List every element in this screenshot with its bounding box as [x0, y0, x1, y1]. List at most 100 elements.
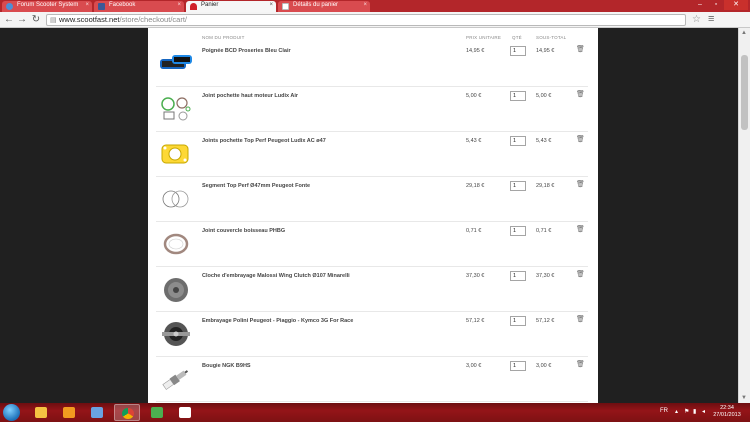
volume-icon[interactable]: ◂	[702, 409, 708, 415]
tab-close-icon[interactable]: ×	[269, 2, 273, 8]
flag-icon[interactable]: ⚑	[684, 409, 690, 415]
close-window-button[interactable]: ✕	[724, 0, 748, 10]
quantity-input[interactable]	[510, 361, 526, 371]
facebook-favicon-icon	[98, 3, 105, 10]
scroll-down-icon[interactable]: ▼	[741, 395, 747, 401]
network-icon[interactable]: ▮	[693, 409, 699, 415]
quantity-input[interactable]	[510, 271, 526, 281]
quantity-input[interactable]	[510, 136, 526, 146]
scrollbar-thumb[interactable]	[741, 55, 748, 130]
product-name[interactable]: Joint couvercle boisseau PHBG	[202, 228, 285, 234]
trash-icon[interactable]: 🗑	[576, 361, 585, 369]
trash-icon[interactable]: 🗑	[576, 91, 585, 99]
tab-facebook[interactable]: Facebook ×	[94, 1, 184, 12]
forward-arrow-icon[interactable]: →	[16, 14, 28, 26]
taskbar-document[interactable]	[174, 404, 196, 421]
unit-price: 5,00 €	[466, 93, 482, 99]
unit-price: 29,18 €	[466, 183, 485, 189]
cart-row: Cloche d'embrayage Malossi Wing Clutch Ø…	[156, 267, 588, 312]
header-qty: QTÉ	[512, 35, 522, 40]
windows-taskbar: FR ▴ ⚑ ▮ ◂ 22:34 27/01/2013	[0, 403, 750, 422]
bookmark-star-icon[interactable]: ☆	[692, 14, 701, 25]
taskbar-network[interactable]	[146, 404, 168, 421]
product-piston-ring-image[interactable]	[158, 184, 194, 214]
row-subtotal: 57,12 €	[536, 318, 555, 324]
trash-icon[interactable]: 🗑	[576, 136, 585, 144]
row-subtotal: 0,71 €	[536, 228, 552, 234]
cart-row: Poignée BCD Proseries Bleu Clair 14,95 €…	[156, 42, 588, 87]
back-arrow-icon[interactable]: ←	[3, 14, 15, 26]
product-name[interactable]: Joints pochette Top Perf Peugeot Ludix A…	[202, 138, 326, 144]
trash-icon[interactable]: 🗑	[576, 46, 585, 54]
product-clutch-bell-image[interactable]	[158, 274, 194, 304]
document-icon	[179, 407, 191, 418]
unit-price: 3,00 €	[466, 363, 482, 369]
trash-icon[interactable]: 🗑	[576, 181, 585, 189]
product-clutch-image[interactable]	[158, 319, 194, 349]
taskbar-media[interactable]	[58, 404, 80, 421]
row-subtotal: 29,18 €	[536, 183, 555, 189]
tab-details-panier[interactable]: Détails du panier ×	[278, 1, 370, 12]
vertical-scrollbar[interactable]: ▲ ▼	[738, 28, 750, 403]
product-grips-image[interactable]	[158, 49, 194, 79]
system-clock[interactable]: 22:34 27/01/2013	[712, 405, 742, 419]
page-viewport: NOM DU PRODUIT PRIX UNITAIRE QTÉ SOUS-TO…	[0, 28, 750, 403]
reload-icon[interactable]: ↻	[30, 14, 42, 26]
tab-forum[interactable]: Forum Scooter System ×	[2, 1, 92, 12]
tray-arrow-icon[interactable]: ▴	[675, 409, 681, 415]
taskbar-app[interactable]	[86, 404, 108, 421]
product-name[interactable]: Bougie NGK B9HS	[202, 363, 251, 369]
product-name[interactable]: Segment Top Perf Ø47mm Peugeot Fonte	[202, 183, 310, 189]
settings-menu-icon[interactable]: ≡	[708, 13, 714, 25]
tab-panier[interactable]: Panier ×	[186, 1, 276, 12]
product-gasket-set-image[interactable]	[158, 94, 194, 124]
maximize-button[interactable]: ▫	[708, 0, 724, 10]
cart-row: Joint pochette haut moteur Ludix Air 5,0…	[156, 87, 588, 132]
quantity-input[interactable]	[510, 316, 526, 326]
app-icon	[91, 407, 103, 418]
browser-toolbar: ← → ↻ ▤ www.scootfast.net/store/checkout…	[0, 12, 750, 28]
cart-table-header: NOM DU PRODUIT PRIX UNITAIRE QTÉ SOUS-TO…	[156, 35, 588, 42]
product-carb-gasket-image[interactable]	[158, 229, 194, 259]
minimize-button[interactable]: –	[692, 0, 708, 10]
product-top-perf-gaskets-image[interactable]	[158, 139, 194, 169]
unit-price: 0,71 €	[466, 228, 482, 234]
product-name[interactable]: Embrayage Polini Peugeot - Piaggio - Kym…	[202, 318, 353, 324]
trash-icon[interactable]: 🗑	[576, 226, 585, 234]
trash-icon[interactable]: 🗑	[576, 316, 585, 324]
taskbar-chrome[interactable]	[114, 404, 140, 421]
quantity-input[interactable]	[510, 91, 526, 101]
address-bar[interactable]: ▤ www.scootfast.net/store/checkout/cart/	[46, 14, 686, 26]
product-name[interactable]: Cloche d'embrayage Malossi Wing Clutch Ø…	[202, 273, 350, 279]
tab-close-icon[interactable]: ×	[85, 2, 89, 8]
row-subtotal: 5,43 €	[536, 138, 552, 144]
chrome-icon	[122, 408, 134, 419]
quantity-input[interactable]	[510, 226, 526, 236]
language-indicator[interactable]: FR	[660, 408, 668, 414]
unit-price: 14,95 €	[466, 48, 485, 54]
taskbar-explorer[interactable]	[30, 404, 52, 421]
unit-price: 5,43 €	[466, 138, 482, 144]
cart-content: NOM DU PRODUIT PRIX UNITAIRE QTÉ SOUS-TO…	[148, 28, 598, 403]
start-button[interactable]	[3, 404, 20, 421]
clock-time: 22:34	[720, 405, 734, 411]
page-favicon-icon	[282, 3, 289, 10]
row-subtotal: 14,95 €	[536, 48, 555, 54]
quantity-input[interactable]	[510, 46, 526, 56]
scootfast-favicon-icon	[190, 3, 197, 10]
unit-price: 57,12 €	[466, 318, 485, 324]
media-player-icon	[63, 407, 75, 418]
scroll-up-icon[interactable]: ▲	[741, 30, 747, 36]
tab-close-icon[interactable]: ×	[363, 2, 367, 8]
product-name[interactable]: Joint pochette haut moteur Ludix Air	[202, 93, 298, 99]
tab-close-icon[interactable]: ×	[177, 2, 181, 8]
cart-row: Embrayage Polini Peugeot - Piaggio - Kym…	[156, 312, 588, 357]
product-spark-plug-image[interactable]	[158, 364, 194, 394]
page-info-icon: ▤	[50, 17, 57, 24]
row-subtotal: 5,00 €	[536, 93, 552, 99]
cart-row: Joints pochette Top Perf Peugeot Ludix A…	[156, 132, 588, 177]
trash-icon[interactable]: 🗑	[576, 271, 585, 279]
quantity-input[interactable]	[510, 181, 526, 191]
browser-titlebar: Forum Scooter System × Facebook × Panier…	[0, 0, 750, 12]
product-name[interactable]: Poignée BCD Proseries Bleu Clair	[202, 48, 291, 54]
